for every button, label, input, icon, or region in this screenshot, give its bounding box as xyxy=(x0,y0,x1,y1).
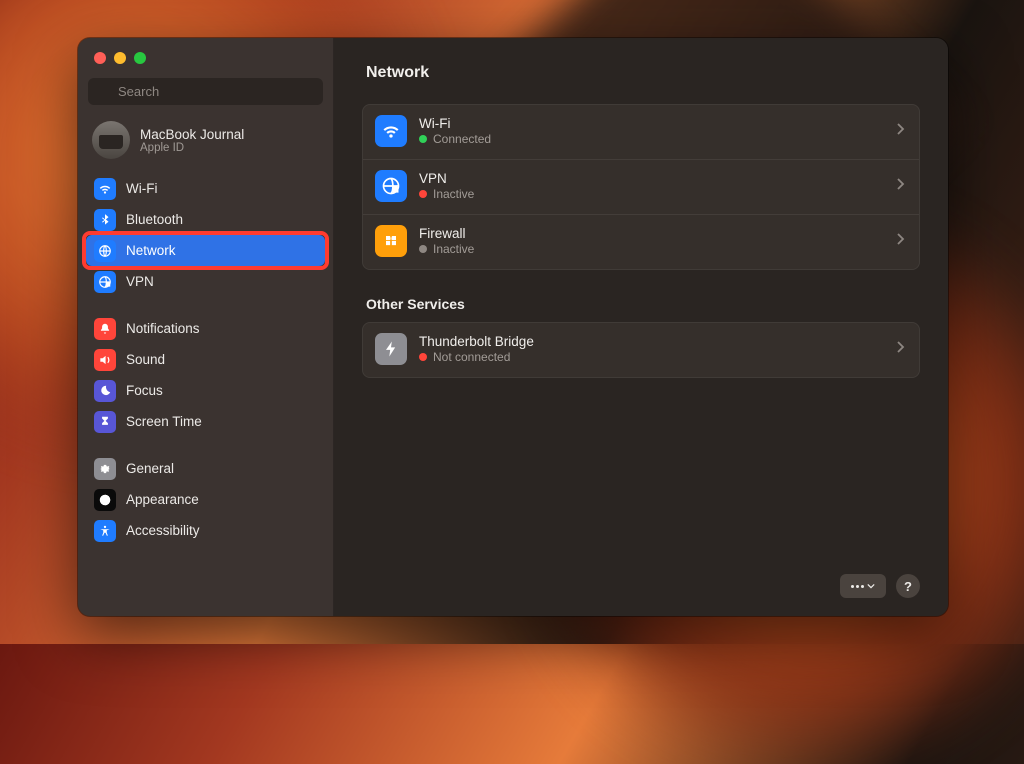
sidebar-item-label: Network xyxy=(126,243,176,258)
system-settings-window: MacBook Journal Apple ID Wi-Fi Bluetooth N… xyxy=(78,38,948,616)
vpn-icon xyxy=(94,271,116,293)
search-input[interactable] xyxy=(88,78,323,105)
sidebar-item-label: VPN xyxy=(126,274,154,289)
thunderbolt-icon xyxy=(375,333,407,365)
main-panel: Network Wi-FiConnectedVPNInactiveFirewal… xyxy=(334,38,948,616)
focus-icon xyxy=(94,380,116,402)
sidebar-item-label: Sound xyxy=(126,352,165,367)
sidebar-item-focus[interactable]: Focus xyxy=(86,375,325,406)
status-dot xyxy=(419,135,427,143)
vpn-icon xyxy=(375,170,407,202)
sidebar-item-accessibility[interactable]: Accessibility xyxy=(86,515,325,546)
status-text: Connected xyxy=(433,132,491,146)
row-status: Inactive xyxy=(419,187,885,201)
sidebar-item-general[interactable]: General xyxy=(86,453,325,484)
chevron-right-icon xyxy=(897,177,905,195)
network-row-wi-fi[interactable]: Wi-FiConnected xyxy=(363,105,919,159)
network-row-thunderbolt-bridge[interactable]: Thunderbolt BridgeNot connected xyxy=(363,323,919,377)
profile-name: MacBook Journal xyxy=(140,127,244,142)
other-services-header: Other Services xyxy=(362,270,920,322)
chevron-right-icon xyxy=(897,122,905,140)
avatar xyxy=(92,121,130,159)
profile-subtitle: Apple ID xyxy=(140,142,244,154)
more-options-button[interactable] xyxy=(840,574,886,598)
sidebar: MacBook Journal Apple ID Wi-Fi Bluetooth N… xyxy=(78,38,334,616)
row-title: VPN xyxy=(419,171,885,186)
help-button[interactable]: ? xyxy=(896,574,920,598)
sidebar-item-label: Bluetooth xyxy=(126,212,183,227)
status-dot xyxy=(419,353,427,361)
sidebar-item-label: Screen Time xyxy=(126,414,202,429)
row-title: Thunderbolt Bridge xyxy=(419,334,885,349)
sound-icon xyxy=(94,349,116,371)
chevron-down-icon xyxy=(867,582,875,590)
status-text: Not connected xyxy=(433,350,510,364)
sidebar-item-label: Wi-Fi xyxy=(126,181,157,196)
sidebar-item-notifications[interactable]: Notifications xyxy=(86,313,325,344)
chevron-right-icon xyxy=(897,232,905,250)
sidebar-item-network[interactable]: Network xyxy=(86,235,325,266)
network-row-vpn[interactable]: VPNInactive xyxy=(363,159,919,214)
annotation-highlight xyxy=(82,231,329,270)
sidebar-item-appearance[interactable]: Appearance xyxy=(86,484,325,515)
sidebar-item-bluetooth[interactable]: Bluetooth xyxy=(86,204,325,235)
gear-icon xyxy=(94,458,116,480)
minimize-button[interactable] xyxy=(114,52,126,64)
access-icon xyxy=(94,520,116,542)
sidebar-item-label: Notifications xyxy=(126,321,200,336)
page-title: Network xyxy=(362,56,920,104)
appearance-icon xyxy=(94,489,116,511)
sidebar-item-label: Appearance xyxy=(126,492,199,507)
sidebar-item-screen-time[interactable]: Screen Time xyxy=(86,406,325,437)
sidebar-item-vpn[interactable]: VPN xyxy=(86,266,325,297)
row-title: Wi-Fi xyxy=(419,116,885,131)
wifi-icon xyxy=(94,178,116,200)
row-status: Not connected xyxy=(419,350,885,364)
other-services-group: Thunderbolt BridgeNot connected xyxy=(362,322,920,378)
status-text: Inactive xyxy=(433,242,474,256)
close-button[interactable] xyxy=(94,52,106,64)
network-row-firewall[interactable]: FirewallInactive xyxy=(363,214,919,269)
window-controls xyxy=(78,38,333,78)
sidebar-item-label: General xyxy=(126,461,174,476)
maximize-button[interactable] xyxy=(134,52,146,64)
sidebar-item-label: Accessibility xyxy=(126,523,200,538)
apple-id-profile[interactable]: MacBook Journal Apple ID xyxy=(78,113,333,173)
firewall-icon xyxy=(375,225,407,257)
status-dot xyxy=(419,245,427,253)
bell-icon xyxy=(94,318,116,340)
row-title: Firewall xyxy=(419,226,885,241)
network-services-group: Wi-FiConnectedVPNInactiveFirewallInactiv… xyxy=(362,104,920,270)
bluetooth-icon xyxy=(94,209,116,231)
hourglass-icon xyxy=(94,411,116,433)
status-dot xyxy=(419,190,427,198)
wifi-icon xyxy=(375,115,407,147)
sidebar-item-label: Focus xyxy=(126,383,163,398)
network-icon xyxy=(94,240,116,262)
status-text: Inactive xyxy=(433,187,474,201)
sidebar-item-wi-fi[interactable]: Wi-Fi xyxy=(86,173,325,204)
chevron-right-icon xyxy=(897,340,905,358)
sidebar-item-sound[interactable]: Sound xyxy=(86,344,325,375)
row-status: Inactive xyxy=(419,242,885,256)
row-status: Connected xyxy=(419,132,885,146)
ellipsis-icon xyxy=(851,585,864,588)
